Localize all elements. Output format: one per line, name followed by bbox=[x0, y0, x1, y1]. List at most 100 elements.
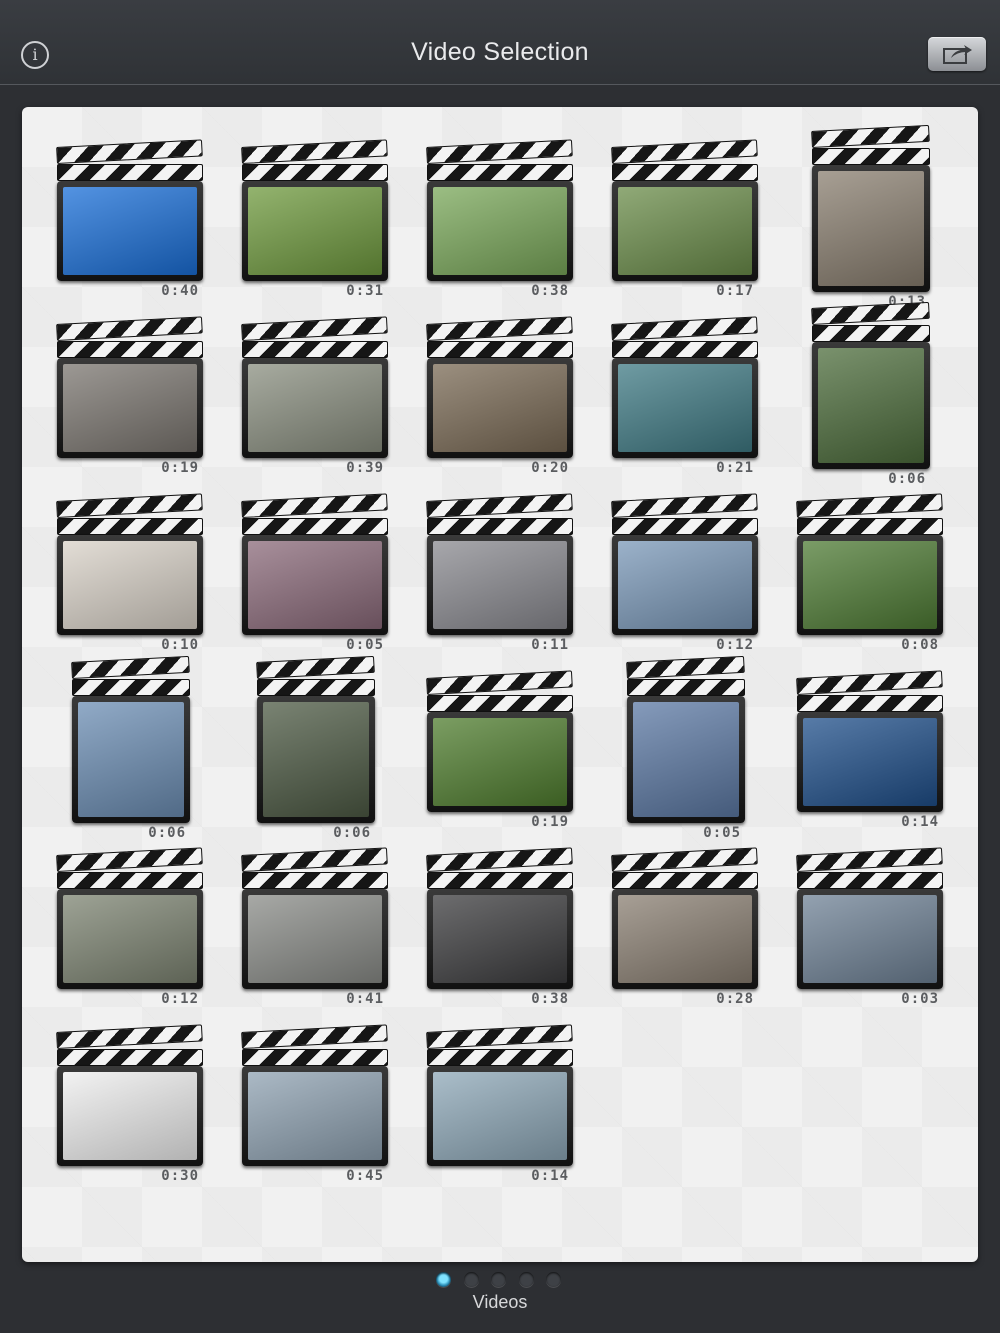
video-duration: 0:40 bbox=[161, 283, 199, 299]
video-duration: 0:06 bbox=[888, 471, 926, 487]
video-duration: 0:20 bbox=[531, 460, 569, 476]
video-thumbnail bbox=[248, 1072, 382, 1160]
thumbnail-frame bbox=[427, 535, 573, 635]
thumbnail-frame bbox=[612, 181, 758, 281]
video-tile[interactable]: 0:21 bbox=[611, 316, 758, 476]
video-thumbnail bbox=[818, 348, 924, 463]
clapperboard-icon bbox=[241, 493, 388, 535]
video-duration: 0:12 bbox=[161, 991, 199, 1007]
video-duration: 0:11 bbox=[531, 637, 569, 653]
video-duration: 0:08 bbox=[901, 637, 939, 653]
clapperboard-icon bbox=[611, 139, 758, 181]
video-tile[interactable]: 0:20 bbox=[426, 316, 573, 476]
clapperboard-icon bbox=[56, 1024, 203, 1066]
video-duration: 0:30 bbox=[161, 1168, 199, 1184]
thumbnail-frame bbox=[57, 535, 203, 635]
clapperboard-icon bbox=[256, 655, 375, 696]
video-tile[interactable]: 0:12 bbox=[56, 847, 203, 1007]
thumbnail-frame bbox=[57, 181, 203, 281]
video-tile[interactable]: 0:05 bbox=[241, 493, 388, 653]
page-title: Video Selection bbox=[411, 38, 589, 66]
video-duration: 0:19 bbox=[161, 460, 199, 476]
video-thumbnail bbox=[248, 541, 382, 629]
video-duration: 0:19 bbox=[531, 814, 569, 830]
video-thumbnail bbox=[618, 364, 752, 452]
clapperboard-icon bbox=[71, 655, 190, 696]
video-duration: 0:38 bbox=[531, 283, 569, 299]
clapperboard-icon bbox=[611, 493, 758, 535]
clapperboard-icon bbox=[611, 316, 758, 358]
video-thumbnail bbox=[618, 895, 752, 983]
video-duration: 0:10 bbox=[161, 637, 199, 653]
video-duration: 0:06 bbox=[148, 825, 186, 841]
video-tile[interactable]: 0:14 bbox=[796, 670, 943, 830]
video-thumbnail bbox=[433, 895, 567, 983]
video-duration: 0:05 bbox=[346, 637, 384, 653]
video-tile[interactable]: 0:38 bbox=[426, 139, 573, 299]
video-tile[interactable]: 0:05 bbox=[626, 655, 745, 841]
video-tile[interactable]: 0:06 bbox=[71, 655, 190, 841]
clapperboard-icon bbox=[56, 139, 203, 181]
video-duration: 0:41 bbox=[346, 991, 384, 1007]
video-tile[interactable]: 0:19 bbox=[56, 316, 203, 476]
clapperboard-icon bbox=[811, 124, 930, 165]
video-thumbnail bbox=[263, 702, 369, 817]
video-duration: 0:06 bbox=[333, 825, 371, 841]
video-tile[interactable]: 0:11 bbox=[426, 493, 573, 653]
video-thumbnail bbox=[63, 541, 197, 629]
video-thumbnail bbox=[248, 364, 382, 452]
video-tile[interactable]: 0:03 bbox=[796, 847, 943, 1007]
page-dot[interactable] bbox=[491, 1272, 506, 1287]
clapperboard-icon bbox=[426, 847, 573, 889]
clapperboard-icon bbox=[426, 1024, 573, 1066]
thumbnail-frame bbox=[797, 712, 943, 812]
video-tile[interactable]: 0:31 bbox=[241, 139, 388, 299]
video-duration: 0:14 bbox=[531, 1168, 569, 1184]
video-tile[interactable]: 0:28 bbox=[611, 847, 758, 1007]
clapperboard-icon bbox=[611, 847, 758, 889]
video-tile[interactable]: 0:17 bbox=[611, 139, 758, 299]
video-tile[interactable]: 0:41 bbox=[241, 847, 388, 1007]
video-thumbnail bbox=[618, 187, 752, 275]
video-duration: 0:28 bbox=[716, 991, 754, 1007]
video-duration: 0:14 bbox=[901, 814, 939, 830]
clapperboard-icon bbox=[796, 493, 943, 535]
video-thumbnail bbox=[63, 895, 197, 983]
video-thumbnail bbox=[618, 541, 752, 629]
page-dot[interactable] bbox=[436, 1272, 451, 1287]
page-dot[interactable] bbox=[546, 1272, 561, 1287]
video-tile[interactable]: 0:06 bbox=[811, 301, 930, 487]
video-tile[interactable]: 0:19 bbox=[426, 670, 573, 830]
thumbnail-frame bbox=[427, 358, 573, 458]
video-tile[interactable]: 0:12 bbox=[611, 493, 758, 653]
video-thumbnail bbox=[803, 895, 937, 983]
video-tile[interactable]: 0:10 bbox=[56, 493, 203, 653]
video-tile[interactable]: 0:08 bbox=[796, 493, 943, 653]
video-tile[interactable]: 0:14 bbox=[426, 1024, 573, 1184]
thumbnail-frame bbox=[242, 889, 388, 989]
video-duration: 0:03 bbox=[901, 991, 939, 1007]
video-tile[interactable]: 0:40 bbox=[56, 139, 203, 299]
video-tile[interactable]: 0:06 bbox=[256, 655, 375, 841]
top-bar: i Video Selection bbox=[0, 0, 1000, 85]
video-thumbnail bbox=[78, 702, 184, 817]
thumbnail-frame bbox=[812, 165, 930, 292]
video-tile[interactable]: 0:38 bbox=[426, 847, 573, 1007]
share-button[interactable] bbox=[928, 37, 986, 71]
video-tile[interactable]: 0:45 bbox=[241, 1024, 388, 1184]
video-tile[interactable]: 0:30 bbox=[56, 1024, 203, 1184]
clapperboard-icon bbox=[56, 493, 203, 535]
video-tile[interactable]: 0:39 bbox=[241, 316, 388, 476]
page-dot[interactable] bbox=[518, 1272, 534, 1287]
clapperboard-icon bbox=[426, 316, 573, 358]
video-thumbnail bbox=[433, 187, 567, 275]
video-tile[interactable]: 0:13 bbox=[811, 124, 930, 310]
video-thumbnail bbox=[63, 364, 197, 452]
video-duration: 0:12 bbox=[716, 637, 754, 653]
clapperboard-icon bbox=[56, 316, 203, 358]
page-dot[interactable] bbox=[463, 1272, 479, 1287]
video-thumbnail bbox=[818, 171, 924, 286]
thumbnail-frame bbox=[427, 1066, 573, 1166]
thumbnail-frame bbox=[72, 696, 190, 823]
video-grid-panel: 0:40 0:31 0:38 0:17 0:13 0:19 0:39 0:20 0:21 0:06… bbox=[22, 107, 978, 1262]
